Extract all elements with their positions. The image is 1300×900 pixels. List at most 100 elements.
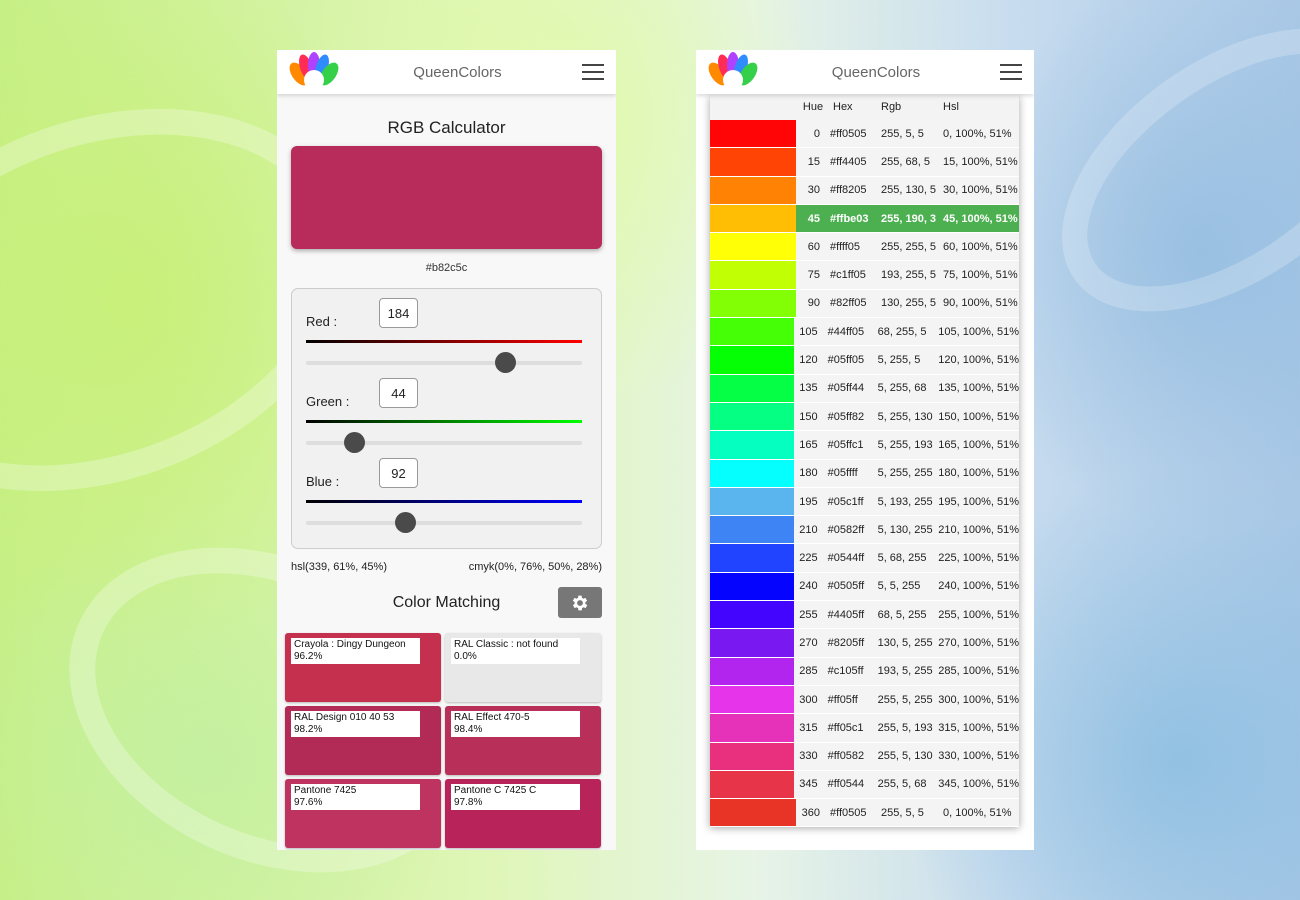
hue-table-body: 0 #ff0505 255, 5, 5 0, 100%, 51% 15 #ff4405 25… <box>710 120 1019 828</box>
blue-slider-thumb[interactable] <box>395 512 417 533</box>
match-tile[interactable]: Pantone C 7425 C 97.8% <box>445 779 601 848</box>
color-matching-title: Color Matching <box>392 594 501 611</box>
row-hex: #ff0505 <box>830 127 867 140</box>
row-hue: 45 <box>807 212 820 225</box>
table-row[interactable]: 120 #05ff05 5, 255, 5 120, 100%, 51% <box>710 346 1019 375</box>
row-hsl: 165, 100%, 51% <box>938 438 1019 451</box>
table-row[interactable]: 300 #ff05ff 255, 5, 255 300, 100%, 51% <box>710 685 1019 715</box>
red-label: Red : <box>306 314 338 329</box>
match-tile[interactable]: Pantone 7425 97.6% <box>285 779 441 848</box>
match-tile[interactable]: RAL Classic : not found 0.0% <box>445 633 601 702</box>
row-rgb: 255, 5, 68 <box>877 778 927 791</box>
red-slider-thumb[interactable] <box>494 352 516 373</box>
row-color-swatch <box>710 544 795 572</box>
row-color-swatch <box>710 714 795 742</box>
blue-slider-track[interactable] <box>306 521 582 525</box>
row-hsl: 255, 100%, 51% <box>938 608 1019 621</box>
hamburger-menu-icon[interactable] <box>1000 64 1022 80</box>
row-color-swatch <box>710 742 795 770</box>
row-hsl: 90, 100%, 51% <box>943 297 1018 310</box>
header-rgb: Rgb <box>881 101 902 113</box>
row-hex: #05ffff <box>827 467 858 480</box>
row-color-swatch <box>710 516 795 544</box>
row-color-swatch <box>710 770 795 799</box>
row-color-swatch <box>710 289 796 318</box>
table-row[interactable]: 90 #82ff05 130, 255, 5 90, 100%, 51% <box>710 289 1019 319</box>
match-percent: 98.4% <box>454 724 483 735</box>
row-rgb: 255, 255, 5 <box>881 240 937 253</box>
table-row[interactable]: 210 #0582ff 5, 130, 255 210, 100%, 51% <box>710 516 1019 545</box>
table-row[interactable]: 105 #44ff05 68, 255, 5 105, 100%, 51% <box>710 318 1019 347</box>
red-channel: Red : <box>306 297 587 377</box>
table-row[interactable]: 225 #0544ff 5, 68, 255 225, 100%, 51% <box>710 544 1019 573</box>
row-hex: #8205ff <box>827 636 865 649</box>
table-row[interactable]: 0 #ff0505 255, 5, 5 0, 100%, 51% <box>710 120 1019 149</box>
background-swirl <box>1011 0 1300 370</box>
row-hex: #c1ff05 <box>830 269 866 282</box>
color-matching-header: Color Matching <box>291 581 602 633</box>
match-tile[interactable]: RAL Effect 470-5 98.4% <box>445 706 601 775</box>
match-label: Pantone 7425 97.6% <box>291 784 420 810</box>
table-row[interactable]: 15 #ff4405 255, 68, 5 15, 100%, 51% <box>710 148 1019 177</box>
table-row[interactable]: 255 #4405ff 68, 5, 255 255, 100%, 51% <box>710 601 1019 630</box>
red-slider-track[interactable] <box>306 361 582 365</box>
table-row[interactable]: 240 #0505ff 5, 5, 255 240, 100%, 51% <box>710 572 1019 602</box>
row-rgb: 5, 255, 130 <box>877 410 933 423</box>
match-tile[interactable]: Crayola : Dingy Dungeon 96.2% <box>285 633 441 702</box>
rgb-slider-panel: Red : Green : Blue : <box>291 288 602 549</box>
matching-settings-button[interactable] <box>558 587 602 618</box>
table-row[interactable]: 345 #ff0544 255, 5, 68 345, 100%, 51% <box>710 770 1019 800</box>
row-color-swatch <box>710 233 796 261</box>
row-hsl: 75, 100%, 51% <box>943 269 1018 282</box>
table-row[interactable]: 180 #05ffff 5, 255, 255 180, 100%, 51% <box>710 459 1019 488</box>
row-color-swatch <box>710 459 795 487</box>
match-label: RAL Effect 470-5 98.4% <box>451 711 580 737</box>
table-row[interactable]: 135 #05ff44 5, 255, 68 135, 100%, 51% <box>710 374 1019 403</box>
table-row[interactable]: 285 #c105ff 193, 5, 255 285, 100%, 51% <box>710 657 1019 686</box>
green-value-input[interactable] <box>379 378 418 408</box>
table-row[interactable]: 60 #ffff05 255, 255, 5 60, 100%, 51% <box>710 233 1019 262</box>
red-value-input[interactable] <box>379 298 418 328</box>
queencolors-logo[interactable] <box>289 52 339 92</box>
row-rgb: 130, 5, 255 <box>877 636 933 649</box>
row-hue: 240 <box>799 580 818 593</box>
row-color-swatch <box>710 572 795 601</box>
row-hex: #05ff05 <box>827 354 865 367</box>
match-label: Crayola : Dingy Dungeon 96.2% <box>291 638 420 664</box>
table-row[interactable]: 195 #05c1ff 5, 193, 255 195, 100%, 51% <box>710 487 1019 517</box>
blue-value-input[interactable] <box>379 458 418 488</box>
row-rgb: 68, 255, 5 <box>877 325 927 338</box>
table-row[interactable]: 315 #ff05c1 255, 5, 193 315, 100%, 51% <box>710 714 1019 743</box>
row-color-swatch <box>710 346 795 374</box>
table-row[interactable]: 360 #ff0505 255, 5, 5 0, 100%, 51% <box>710 799 1019 828</box>
row-rgb: 5, 255, 5 <box>877 354 921 367</box>
table-row[interactable]: 75 #c1ff05 193, 255, 5 75, 100%, 51% <box>710 261 1019 290</box>
table-row[interactable]: 270 #8205ff 130, 5, 255 270, 100%, 51% <box>710 629 1019 658</box>
gear-icon <box>572 595 588 610</box>
table-row[interactable]: 330 #ff0582 255, 5, 130 330, 100%, 51% <box>710 742 1019 771</box>
row-rgb: 5, 5, 255 <box>877 580 921 593</box>
queencolors-logo[interactable] <box>708 52 758 92</box>
green-label: Green : <box>306 394 350 409</box>
table-row[interactable]: 45 #ffbe03 255, 190, 3 45, 100%, 51% <box>710 204 1019 234</box>
row-hex: #82ff05 <box>830 297 867 310</box>
table-row[interactable]: 165 #05ffc1 5, 255, 193 165, 100%, 51% <box>710 431 1019 460</box>
row-color-swatch <box>710 487 795 516</box>
row-rgb: 5, 255, 255 <box>877 467 933 480</box>
table-row[interactable]: 30 #ff8205 255, 130, 5 30, 100%, 51% <box>710 176 1019 205</box>
row-hue: 120 <box>799 354 818 367</box>
row-color-swatch <box>710 204 796 233</box>
row-hsl: 180, 100%, 51% <box>938 467 1019 480</box>
row-color-swatch <box>710 120 796 148</box>
table-row[interactable]: 150 #05ff82 5, 255, 130 150, 100%, 51% <box>710 402 1019 432</box>
hamburger-menu-icon[interactable] <box>582 64 604 80</box>
header-hex: Hex <box>833 101 853 113</box>
row-rgb: 5, 255, 193 <box>877 438 933 451</box>
row-color-swatch <box>710 685 795 714</box>
row-hex: #05ff82 <box>827 410 865 423</box>
row-hex: #05ff44 <box>827 382 865 395</box>
match-percent: 0.0% <box>454 651 477 662</box>
calculator-body: RGB Calculator #b82c5c Red : Green : Blu… <box>277 94 616 850</box>
match-tile[interactable]: RAL Design 010 40 53 98.2% <box>285 706 441 775</box>
green-slider-thumb[interactable] <box>343 432 365 453</box>
